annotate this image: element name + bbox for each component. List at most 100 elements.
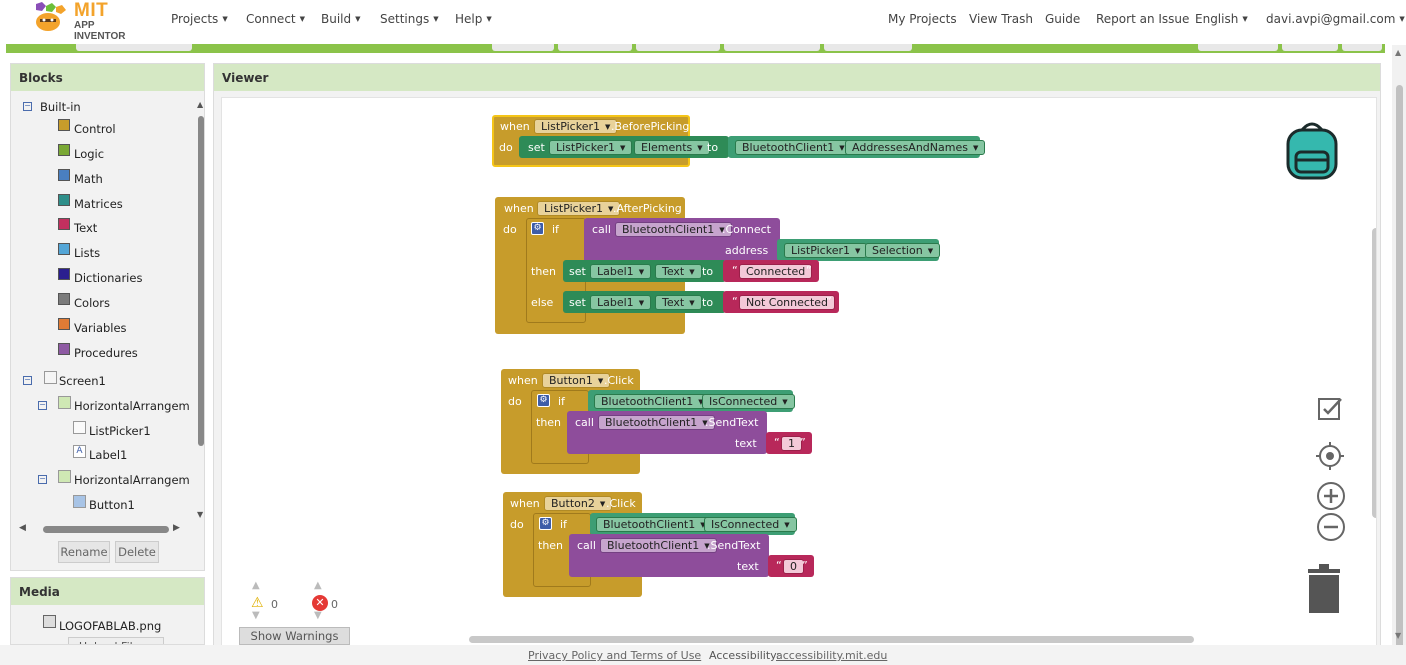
menu-build[interactable]: Build ▼ [321, 12, 361, 26]
text-value[interactable]: Connected [739, 264, 813, 279]
component-dropdown[interactable]: ListPicker1 ▼ [784, 243, 868, 258]
backpack-icon[interactable] [1280, 118, 1344, 182]
builtin-label: Dictionaries [74, 271, 143, 285]
blocks-workspace[interactable]: when ListPicker1 ▼ .BeforePicking do set … [221, 97, 1377, 646]
toolbar-tab[interactable] [1342, 44, 1382, 51]
page-scrollbar[interactable]: ▲ ▼ [1392, 45, 1406, 655]
toolbar-tab[interactable] [724, 44, 820, 51]
scroll-right-icon[interactable]: ▶ [173, 523, 180, 533]
page-scrollbar-thumb[interactable] [1396, 85, 1403, 655]
warning-prev-icon[interactable]: ▲ [252, 580, 260, 591]
collapse-icon[interactable]: − [38, 401, 47, 410]
nav-my-projects[interactable]: My Projects [888, 12, 957, 26]
call-label: call [575, 416, 594, 429]
text-value[interactable]: Not Connected [739, 295, 836, 310]
toolbar-tab[interactable] [492, 44, 554, 51]
property-dropdown[interactable]: IsConnected ▼ [704, 517, 797, 532]
accessibility-link[interactable]: accessibility.mit.edu [776, 649, 887, 662]
component-dropdown[interactable]: Label1 ▼ [590, 295, 652, 310]
rename-button[interactable]: Rename [58, 541, 110, 563]
property-dropdown[interactable]: Text ▼ [655, 295, 702, 310]
component-dropdown[interactable]: BluetoothClient1 ▼ [600, 538, 717, 553]
collapse-icon[interactable]: − [23, 376, 32, 385]
component-dropdown[interactable]: BluetoothClient1 ▼ [615, 222, 732, 237]
scroll-down-icon[interactable]: ▼ [197, 510, 203, 519]
menu-help[interactable]: Help ▼ [455, 12, 492, 26]
to-label: to [707, 141, 719, 154]
mutator-gear-icon[interactable]: ⚙ [531, 222, 544, 235]
component-dropdown[interactable]: BluetoothClient1 ▼ [735, 140, 852, 155]
tree-vertical-scrollbar[interactable]: ▲ ▼ [197, 100, 205, 520]
chevron-down-icon: ▼ [486, 15, 492, 23]
blocks-panel-title: Blocks [11, 64, 204, 91]
app-inventor-logo[interactable]: MIT APP INVENTOR [28, 0, 143, 42]
mutator-gear-icon[interactable]: ⚙ [537, 394, 550, 407]
toolbar-tab[interactable] [76, 44, 192, 51]
nav-report-issue[interactable]: Report an Issue [1096, 12, 1189, 26]
menu-connect[interactable]: Connect ▼ [246, 12, 305, 26]
toolbar-tab[interactable] [1282, 44, 1338, 51]
component-dropdown[interactable]: Label1 ▼ [590, 264, 652, 279]
error-next-icon[interactable]: ▼ [314, 610, 322, 621]
recenter-icon[interactable] [1315, 441, 1345, 471]
media-panel: Media LOGOFABLAB.png Upload File ... [10, 577, 205, 645]
property-dropdown[interactable]: IsConnected ▼ [702, 394, 795, 409]
error-prev-icon[interactable]: ▲ [314, 580, 322, 591]
menu-projects[interactable]: Projects ▼ [171, 12, 228, 26]
scroll-left-icon[interactable]: ◀ [19, 523, 26, 533]
menu-settings[interactable]: Settings ▼ [380, 12, 439, 26]
component-dropdown[interactable]: BluetoothClient1 ▼ [598, 415, 715, 430]
component-dropdown[interactable]: ListPicker1 ▼ [537, 201, 621, 216]
nav-language[interactable]: English ▼ [1195, 12, 1248, 26]
workspace-vertical-scrollbar[interactable] [1372, 228, 1376, 518]
property-dropdown[interactable]: Elements ▼ [634, 140, 710, 155]
then-label: then [538, 539, 564, 552]
text-value[interactable]: 0 [783, 559, 804, 574]
property-dropdown[interactable]: Text ▼ [655, 264, 702, 279]
collapse-icon[interactable]: − [38, 475, 47, 484]
component-dropdown[interactable]: ListPicker1 ▼ [534, 119, 618, 134]
media-file[interactable]: LOGOFABLAB.png [59, 619, 161, 633]
chevron-down-icon: ▼ [433, 15, 439, 23]
trash-icon[interactable] [1306, 563, 1342, 615]
tree-hscroll-thumb[interactable] [43, 526, 169, 533]
property-dropdown[interactable]: AddressesAndNames ▼ [845, 140, 986, 155]
nav-guide[interactable]: Guide [1045, 12, 1080, 26]
component-dropdown[interactable]: BluetoothClient1 ▼ [596, 517, 713, 532]
scroll-up-icon[interactable]: ▲ [197, 100, 203, 109]
tree-scrollbar-thumb[interactable] [198, 116, 204, 446]
viewer-panel: Viewer when ListPicker1 ▼ .BeforePicking … [213, 63, 1381, 646]
toolbar-tab[interactable] [558, 44, 632, 51]
component-dropdown[interactable]: ListPicker1 ▼ [549, 140, 633, 155]
warnings-indicator: ▲ ▲ ⚠ 0 ✕ 0 ▼ ▼ Show Warnings [239, 580, 351, 645]
scroll-up-icon[interactable]: ▲ [1395, 48, 1401, 57]
toolbar-tab[interactable] [1198, 44, 1278, 51]
footer: Privacy Policy and Terms of Use Accessib… [0, 645, 1406, 665]
scroll-down-icon[interactable]: ▼ [1395, 631, 1401, 640]
toolbar-tab[interactable] [824, 44, 912, 51]
collapse-icon[interactable]: − [23, 102, 32, 111]
text-value[interactable]: 1 [781, 436, 802, 451]
component-dropdown[interactable]: BluetoothClient1 ▼ [594, 394, 711, 409]
show-warnings-button[interactable]: Show Warnings [239, 627, 350, 645]
label-icon: A [73, 445, 86, 458]
zoom-out-icon[interactable] [1316, 512, 1346, 542]
component-dropdown[interactable]: Button2 ▼ [544, 496, 613, 511]
warning-next-icon[interactable]: ▼ [252, 610, 260, 621]
property-dropdown[interactable]: Selection ▼ [865, 243, 941, 258]
toolbar-tab[interactable] [636, 44, 720, 51]
privacy-policy-link[interactable]: Privacy Policy and Terms of Use [528, 649, 701, 662]
zoom-in-icon[interactable] [1316, 481, 1346, 511]
workspace-horizontal-scrollbar[interactable] [469, 636, 1194, 643]
tree-horizontal-scrollbar[interactable]: ◀ ▶ [19, 523, 199, 535]
component-dropdown[interactable]: Button1 ▼ [542, 373, 611, 388]
warning-icon: ⚠ [251, 595, 264, 611]
quote-icon: “ [774, 436, 780, 449]
cleanup-checkbox-icon[interactable] [1317, 395, 1343, 421]
nav-view-trash[interactable]: View Trash [969, 12, 1033, 26]
delete-button[interactable]: Delete [115, 541, 159, 563]
nav-account[interactable]: davi.avpi@gmail.com ▼ [1266, 12, 1405, 26]
mutator-gear-icon[interactable]: ⚙ [539, 517, 552, 530]
to-label: to [702, 296, 714, 309]
upload-file-button[interactable]: Upload File ... [68, 637, 165, 644]
